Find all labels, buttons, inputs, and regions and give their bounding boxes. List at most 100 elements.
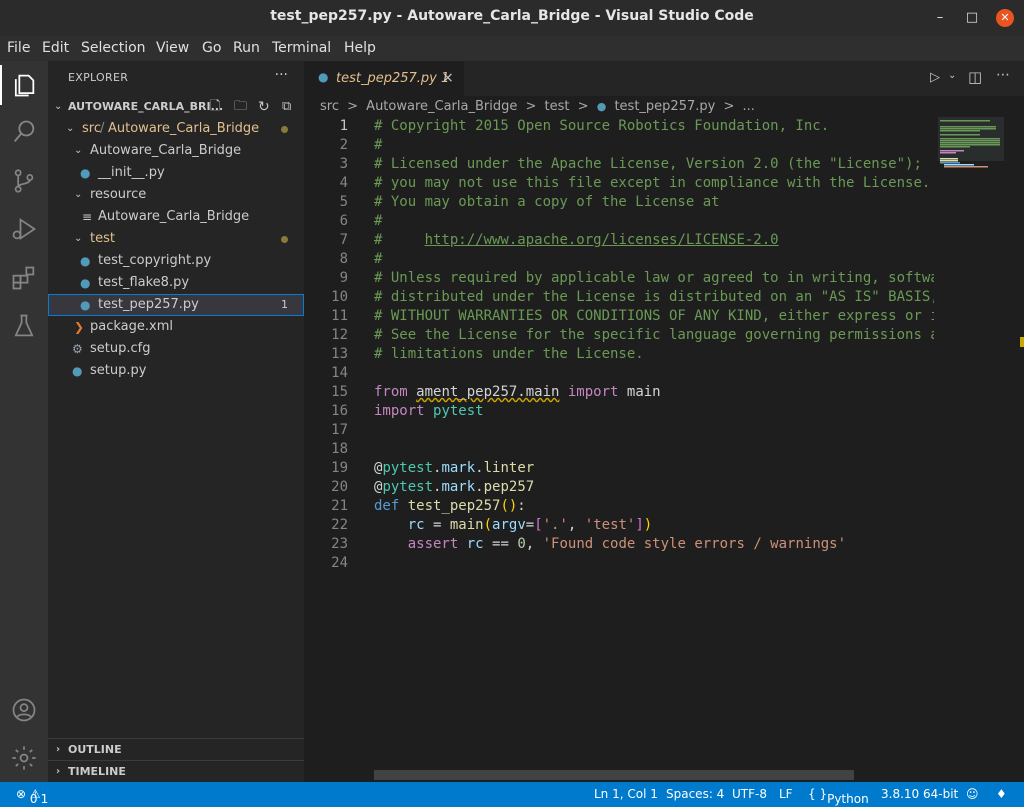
code-text: # [374, 251, 383, 267]
code-text: # http://www.apache.org/licenses/LICENSE… [374, 232, 779, 248]
tree-item-label: test_flake8.py [98, 275, 190, 290]
language-status[interactable]: { } Python [808, 787, 869, 806]
line-number: 19 [331, 460, 348, 476]
breadcrumb: src > Autoware_Carla_Bridge > test > ● t… [320, 99, 759, 114]
line-number: 7 [339, 232, 348, 248]
tree-item-label: Autoware_Carla_Bridge [90, 143, 242, 158]
breadcrumb-item[interactable]: Autoware_Carla_Bridge [366, 99, 517, 114]
tree-item-file[interactable]: ● __init__.py [48, 162, 304, 184]
tree-item-label: __init__.py [98, 165, 165, 180]
tree-item-file[interactable]: ● test_copyright.py [48, 250, 304, 272]
tree-item-file[interactable]: ● setup.py [48, 360, 304, 382]
chevron-down-icon[interactable]: ⌄ [948, 70, 956, 81]
code-text: # you may not use this file except in co… [374, 175, 931, 191]
search-icon[interactable] [10, 118, 38, 146]
refresh-icon[interactable]: ↻ [258, 96, 270, 118]
tree-item-folder[interactable]: ⌄ test [48, 228, 304, 250]
cursor-position[interactable]: Ln 1, Col 1 [594, 787, 658, 801]
encoding-status[interactable]: UTF-8 [732, 787, 767, 801]
horizontal-scrollbar[interactable] [374, 770, 854, 780]
breadcrumb-separator: > [723, 99, 735, 114]
tree-item-file[interactable]: ❯ package.xml [48, 316, 304, 338]
line-number: 13 [331, 346, 348, 362]
code-text: assert rc == 0, 'Found code style errors… [407, 536, 847, 552]
line-number: 15 [331, 384, 348, 400]
split-editor-icon[interactable]: ◫ [968, 68, 982, 86]
more-actions-icon[interactable]: ··· [275, 67, 288, 83]
tree-item-file[interactable]: ⚙ setup.cfg [48, 338, 304, 360]
new-folder-icon[interactable]: 🗀 [234, 96, 247, 118]
manage-gear-icon[interactable] [10, 744, 38, 772]
tree-item-label: src [82, 121, 101, 136]
maximize-icon[interactable]: □ [963, 9, 981, 27]
chevron-down-icon: ⌄ [66, 123, 75, 134]
line-number: 4 [339, 175, 348, 191]
problems-status[interactable]: ⊗ 0 ⚠ 1 [16, 787, 48, 806]
indentation-status[interactable]: Spaces: 4 [666, 787, 724, 801]
code-text: # See the License for the specific langu… [374, 327, 939, 343]
tree-item-file[interactable]: ≡ Autoware_Carla_Bridge [48, 206, 304, 228]
breadcrumb-item[interactable]: ... [743, 99, 755, 114]
line-number: 9 [339, 270, 348, 286]
tab-test-pep257[interactable]: ● test_pep257.py 1 × [304, 61, 464, 96]
code-text: # Copyright 2015 Open Source Robotics Fo… [374, 118, 830, 134]
modified-dot-icon [281, 236, 288, 243]
problem-count-badge: 1 [281, 298, 288, 311]
tree-item-file[interactable]: ● test_flake8.py [48, 272, 304, 294]
menu-terminal[interactable]: Terminal [272, 40, 331, 56]
extensions-icon[interactable] [10, 264, 38, 292]
outline-label: OUTLINE [68, 743, 122, 756]
menu-file[interactable]: File [7, 40, 30, 56]
interpreter-status[interactable]: 3.8.10 64-bit [881, 787, 958, 801]
explorer-sidebar: EXPLORER ··· ⌄ AUTOWARE_CARLA_BRI... 🗋 🗀… [48, 61, 304, 782]
line-number: 24 [331, 555, 348, 571]
eol-status[interactable]: LF [779, 787, 793, 801]
explorer-icon[interactable] [0, 65, 38, 105]
tree-item-label: setup.py [90, 363, 147, 378]
close-tab-icon[interactable]: × [442, 70, 454, 86]
close-window-icon[interactable]: ✕ [996, 9, 1014, 27]
run-debug-icon[interactable] [10, 215, 38, 243]
line-number: 3 [339, 156, 348, 172]
line-number: 2 [339, 137, 348, 153]
source-control-icon[interactable] [10, 167, 38, 195]
tab-label: test_pep257.py 1 [336, 71, 450, 86]
tree-item-file-selected[interactable]: ● test_pep257.py 1 [48, 294, 304, 316]
chevron-down-icon: ⌄ [74, 189, 83, 200]
outline-section[interactable]: › OUTLINE [48, 738, 304, 761]
menu-selection[interactable]: Selection [81, 40, 146, 56]
tree-item-label: Autoware_Carla_Bridge [108, 121, 260, 136]
tree-item-label: package.xml [90, 319, 173, 334]
chevron-right-icon: › [56, 766, 61, 777]
menu-help[interactable]: Help [344, 40, 376, 56]
testing-flask-icon[interactable] [10, 312, 38, 340]
menu-edit[interactable]: Edit [42, 40, 69, 56]
tree-item-label: setup.cfg [90, 341, 151, 356]
status-bar: ⊗ 0 ⚠ 1 Ln 1, Col 1 Spaces: 4 UTF-8 LF {… [0, 782, 1024, 807]
tree-item-folder[interactable]: ⌄ Autoware_Carla_Bridge [48, 140, 304, 162]
tree-item-src[interactable]: ⌄ src / Autoware_Carla_Bridge [48, 118, 304, 140]
workspace-root[interactable]: ⌄ AUTOWARE_CARLA_BRI... 🗋 🗀 ↻ ⧉ [48, 96, 304, 118]
code-text: # distributed under the License is distr… [374, 289, 939, 305]
menu-go[interactable]: Go [202, 40, 221, 56]
notifications-bell-icon[interactable]: ♦ [996, 787, 1007, 801]
line-number: 1 [339, 118, 348, 134]
run-file-icon[interactable]: ▷ [930, 70, 940, 85]
timeline-section[interactable]: › TIMELINE [48, 760, 304, 783]
breadcrumb-item[interactable]: test [545, 99, 570, 114]
new-file-icon[interactable]: 🗋 [210, 96, 220, 118]
menu-run[interactable]: Run [233, 40, 260, 56]
accounts-icon[interactable] [10, 696, 38, 724]
collapse-all-icon[interactable]: ⧉ [282, 96, 291, 118]
python-file-icon: ● [80, 166, 91, 180]
more-actions-icon[interactable]: ⋯ [996, 67, 1010, 83]
minimize-icon[interactable]: – [931, 9, 949, 27]
tree-item-folder[interactable]: ⌄ resource [48, 184, 304, 206]
explorer-title: EXPLORER [68, 71, 129, 84]
python-file-icon: ● [80, 298, 91, 312]
minimap[interactable] [934, 117, 1024, 782]
breadcrumb-item[interactable]: test_pep257.py [614, 99, 715, 114]
feedback-icon[interactable]: ☺ [966, 787, 979, 801]
breadcrumb-item[interactable]: src [320, 99, 339, 114]
menu-view[interactable]: View [156, 40, 189, 56]
